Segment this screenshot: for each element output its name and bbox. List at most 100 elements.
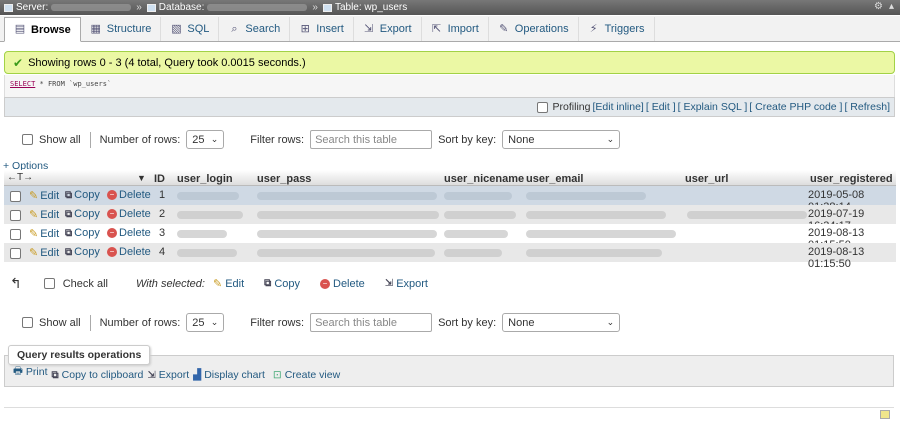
redacted-cell [177,249,237,257]
explain-sql-link[interactable]: [ Explain SQL ] [678,101,748,113]
pencil-icon: ✎ [212,278,223,290]
show-all-checkbox[interactable] [22,134,33,145]
create-view-link[interactable]: ⊡ Create view [273,369,340,381]
copy-icon: ⧉ [65,189,73,201]
navigation-bar-bottom: Show all Number of rows: 25 ⌄ Filter rows… [22,313,621,332]
create-php-link[interactable]: [ Create PHP code ] [749,101,842,113]
check-all-label[interactable]: Check all [63,278,108,290]
filter-rows-label: Filter rows: [250,316,305,329]
copy-to-clipboard-link[interactable]: ⧉ Copy to clipboard [52,369,144,381]
export-link[interactable]: ⇲ Export [147,369,189,381]
sort-by-key-select[interactable]: None ⌄ [502,130,621,149]
breadcrumb-table[interactable]: Table: wp_users [322,2,407,13]
row-delete-link[interactable]: − Delete [107,189,151,201]
tab-browse[interactable]: ▤ Browse [4,17,81,42]
database-name-redacted [207,4,308,11]
column-header-user-email[interactable]: user_email [526,173,583,185]
console-icon[interactable] [880,410,890,419]
row-edit-link[interactable]: ✎ Edit [29,246,59,260]
server-label: Server: [16,2,49,13]
tab-import[interactable]: ⇱ Import [422,17,489,41]
delete-icon: − [107,228,117,238]
number-of-rows-select[interactable]: 25 ⌄ [186,313,225,332]
sql-links-bar: Profiling [Edit inline] [ Edit ] [ Expla… [4,97,895,117]
export-icon: ⇲ [364,22,374,35]
column-header-id[interactable]: ID [154,173,165,185]
checkmark-icon: ✔ [13,55,24,70]
column-header-user-nicename[interactable]: user_nicename [444,173,524,185]
tab-export[interactable]: ⇲ Export [354,17,422,41]
display-chart-link[interactable]: ▟ Display chart [193,369,265,381]
pencil-icon: ✎ [29,190,39,202]
structure-icon: ▦ [90,22,101,35]
column-header-user-pass[interactable]: user_pass [257,173,311,185]
sort-down-icon[interactable]: ▼ [137,173,146,183]
sort-by-key-label: Sort by key: [438,316,497,329]
redacted-cell [444,230,508,238]
breadcrumb: Server: » Database: » Table: wp_users ⚙ … [0,0,900,15]
sql-icon: ▧ [171,22,182,35]
edit-inline-link[interactable]: [Edit inline] [592,101,643,113]
bulk-edit-link[interactable]: ✎ Edit [212,277,244,291]
row-checkbox[interactable] [10,190,21,202]
query-results-operations-title: Query results operations [8,345,151,365]
export-icon: ⇲ [384,278,394,289]
print-link[interactable]: 🖶 Print [13,363,48,381]
redacted-cell [526,192,646,200]
edit-link[interactable]: [ Edit ] [646,101,676,113]
tab-operations[interactable]: ✎ Operations [489,17,579,41]
breadcrumb-server[interactable]: Server: [4,2,132,13]
bulk-copy-link[interactable]: ⧉ Copy [264,278,300,290]
collapse-icon[interactable]: ▴ [889,1,894,12]
row-copy-link[interactable]: ⧉ Copy [65,208,100,220]
row-edit-link[interactable]: ✎ Edit [29,189,59,203]
import-icon: ⇱ [431,22,442,35]
show-all-label: Show all [39,133,81,146]
row-delete-link[interactable]: − Delete [107,227,151,239]
filter-rows-input[interactable]: Search this table [310,313,433,332]
select-arrow-icon: ↰ [10,275,22,291]
column-header-user-registered[interactable]: user_registered [810,173,893,185]
bulk-actions: ↰ Check all With selected: ✎ Edit ⧉ Copy −… [10,275,428,292]
row-edit-link[interactable]: ✎ Edit [29,227,59,241]
redacted-cell [444,192,512,200]
row-checkbox[interactable] [10,247,21,259]
delete-icon: − [107,190,117,200]
column-resize-arrows-icon[interactable]: ←T→ [7,172,33,183]
redacted-cell [526,249,662,257]
refresh-link[interactable]: [ Refresh] [844,101,890,113]
row-delete-link[interactable]: − Delete [107,208,151,220]
sort-by-key-select[interactable]: None ⌄ [502,313,621,332]
sql-text: * FROM `wp_users` [35,80,112,88]
sql-query: SELECT * FROM `wp_users` [4,75,895,97]
row-checkbox[interactable] [10,228,21,240]
sql-keyword[interactable]: SELECT [10,80,35,88]
row-copy-link[interactable]: ⧉ Copy [65,246,100,258]
success-message: ✔ Showing rows 0 - 3 (4 total, Query too… [4,51,895,74]
row-edit-link[interactable]: ✎ Edit [29,208,59,222]
browse-icon: ▤ [14,23,26,35]
row-copy-link[interactable]: ⧉ Copy [65,189,100,201]
row-delete-link[interactable]: − Delete [107,246,151,258]
bulk-delete-link[interactable]: − Delete [320,278,365,290]
row-checkbox[interactable] [10,209,21,221]
cell-id: 2 [159,208,166,220]
show-all-checkbox[interactable] [22,317,33,328]
gear-icon[interactable]: ⚙ [874,1,883,12]
number-of-rows-select[interactable]: 25 ⌄ [186,130,225,149]
tab-structure[interactable]: ▦ Structure [81,17,162,41]
tab-insert[interactable]: ⊞ Insert [290,17,354,41]
column-header-user-login[interactable]: user_login [177,173,233,185]
row-copy-link[interactable]: ⧉ Copy [65,227,100,239]
profiling-checkbox[interactable] [536,101,548,113]
tab-sql[interactable]: ▧ SQL [161,17,220,41]
with-selected-label: With selected: [135,277,205,290]
search-icon: ⌕ [231,22,238,35]
check-all-checkbox[interactable] [43,278,55,289]
filter-rows-input[interactable]: Search this table [310,130,433,149]
breadcrumb-database[interactable]: Database: [146,2,308,13]
bulk-export-link[interactable]: ⇲ Export [385,278,428,290]
tab-search[interactable]: ⌕ Search [219,17,291,41]
column-header-user-url[interactable]: user_url [685,173,728,185]
tab-triggers[interactable]: ⚡ Triggers [579,17,655,41]
